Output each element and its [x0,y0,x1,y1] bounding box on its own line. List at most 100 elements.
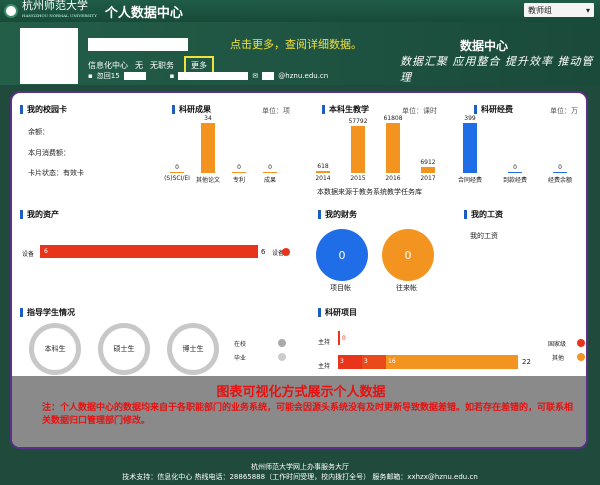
redacted-block [123,72,146,80]
footer-title: 杭州师范大学网上办事服务大厅 [251,463,349,471]
assets-row-label: 设备 [22,251,35,258]
chart-value-label: 0 [513,164,517,171]
id-text: 忽回15 [96,72,120,80]
notice-box: 图表可视化方式展示个人数据 注：个人数据中心的数据均来自于各职能部门的业务系统，… [12,376,586,447]
projects-row2-total: 22 [522,358,531,366]
email-text: @hznu.edu.cn [278,72,329,80]
project-account-value: 0 [338,248,346,262]
projects-legend-national-dot [577,339,585,347]
avatar [20,28,78,84]
projects-row1-bar [338,331,340,345]
master-label: 硕士生 [113,345,135,353]
projects-legend-other-dot [577,353,585,361]
chart-value-label: 34 [204,115,212,122]
projects-row2-label: 主持 [318,363,331,370]
chart-bar [351,126,365,173]
projects-seg-2: 3 [362,355,386,369]
projects-row1-label: 主持 [318,339,331,346]
students-legend-current: 在校 [234,341,247,348]
undergrad-ring[interactable]: 本科生 [29,323,81,375]
chart-category-label: 合同经费 [457,177,482,184]
notice-title: 图表可视化方式展示个人数据 [216,385,386,400]
chart-category-label: (S)SCI/EI [164,175,190,182]
slogan: 数据汇聚 应用整合 提升效率 推动管理 [400,55,594,84]
phd-label: 博士生 [182,345,204,353]
card-status-row: 卡片状态：有效卡 [28,168,84,178]
salary-link[interactable]: 我的工资 [470,231,498,241]
funding-title: 科研经费 [474,105,513,114]
chart-category-label: 2016 [385,175,401,182]
chart-bar [463,123,477,173]
chart-category-label: 2015 [350,175,366,182]
system-title: 个人数据中心 [104,5,183,21]
redacted-phone [178,72,249,80]
students-legend-graduated: 毕业 [234,355,247,362]
finance-title: 我的财务 [318,210,357,219]
assets-bar-value: 6 [44,248,48,255]
project-account-circle[interactable]: 0 [316,229,368,281]
chart-category-label: 到款经费 [502,177,527,184]
chart-value-label: 61808 [383,115,403,122]
position-text: 无职务 [150,61,174,70]
assets-title: 我的资产 [20,210,59,219]
assets-legend-dot [282,248,290,256]
user-name-redacted [88,38,188,51]
redacted-email [262,72,275,80]
user-role-dropdown[interactable]: 教师组 ▾ [524,3,594,17]
projects-legend-national: 国家级 [548,341,567,348]
students-legend-graduated-dot [278,353,286,361]
projects-row1-value: 0 [342,335,346,342]
university-name-en: HANGZHOU NORMAL UNIVERSITY [22,13,97,18]
card-status-label: 卡片状态： [28,169,63,177]
chart-bar [508,172,522,173]
chart-value-label: 0 [175,164,179,171]
phd-ring[interactable]: 博士生 [167,323,219,375]
chart-value-label: 618 [317,163,329,170]
chart-value-label: 6912 [420,159,436,167]
campus-card-title: 我的校园卡 [20,105,67,114]
chart-value-label: 0 [237,164,241,171]
chart-value-label: 0 [558,164,562,171]
chart-category-label: 2017 [420,175,436,182]
research-output-unit: 单位：项 [262,107,290,115]
chart-value-label: 399 [464,115,476,122]
chart-bar [232,172,246,173]
projects-seg-1: 3 [338,355,362,369]
chart-bar [386,123,400,173]
chart-category-label: 专利 [232,177,245,184]
assets-end-value: 6 [261,248,266,256]
chart-category-label: 经费余额 [547,177,572,184]
card-status-value: 有效卡 [63,169,84,177]
current-account-value: 0 [404,248,412,262]
department-text: 信息化中心 [88,61,128,70]
project-account-label: 项目帐 [330,284,351,292]
chart-bar [201,123,215,173]
undergrad-label: 本科生 [44,345,66,353]
chart-value-label: 57792 [348,118,368,126]
chart-bar [421,167,435,173]
title-text: 无 [135,61,143,70]
students-title: 指导学生情况 [20,308,75,317]
university-name: 杭州师范大学 HANGZHOU NORMAL UNIVERSITY [22,0,97,21]
phone-icon: ▪ [169,72,175,80]
card-monthly-label: 本月消费额： [28,149,70,157]
chart-category-label: 其他论文 [195,177,220,184]
current-account-circle[interactable]: 0 [382,229,434,281]
user-role-label: 教师组 [528,5,552,15]
caret-down-icon: ▾ [585,5,590,15]
chart-bar [170,172,184,173]
projects-legend-other: 其他 [552,355,565,362]
chart-category-label: 2014 [315,175,331,182]
teaching-source-note: 本数据来源于教务系统教学任务库 [317,188,422,196]
master-ring[interactable]: 硕士生 [98,323,150,375]
dashboard-panel: 我的校园卡 余额： 本月消费额： 卡片状态：有效卡 科研成果 单位：项 本科生教… [10,91,588,449]
top-bar: 杭州师范大学 HANGZHOU NORMAL UNIVERSITY 个人数据中心… [0,0,600,22]
students-legend-current-dot [278,339,286,347]
mail-icon: ✉ [252,72,259,80]
footer-support: 技术支持：信息化中心 热线电话：28865888（工作时间受理，校内拨打全号） … [122,473,478,481]
notice-body: 注：个人数据中心的数据均来自于各职能部门的业务系统，可能会因源头系统没有及时更新… [42,403,574,426]
projects-row2-bar: 3 3 16 [338,355,518,369]
current-account-label: 往来帐 [396,284,417,292]
salary-title: 我的工资 [464,210,503,219]
university-logo-icon [4,4,18,18]
